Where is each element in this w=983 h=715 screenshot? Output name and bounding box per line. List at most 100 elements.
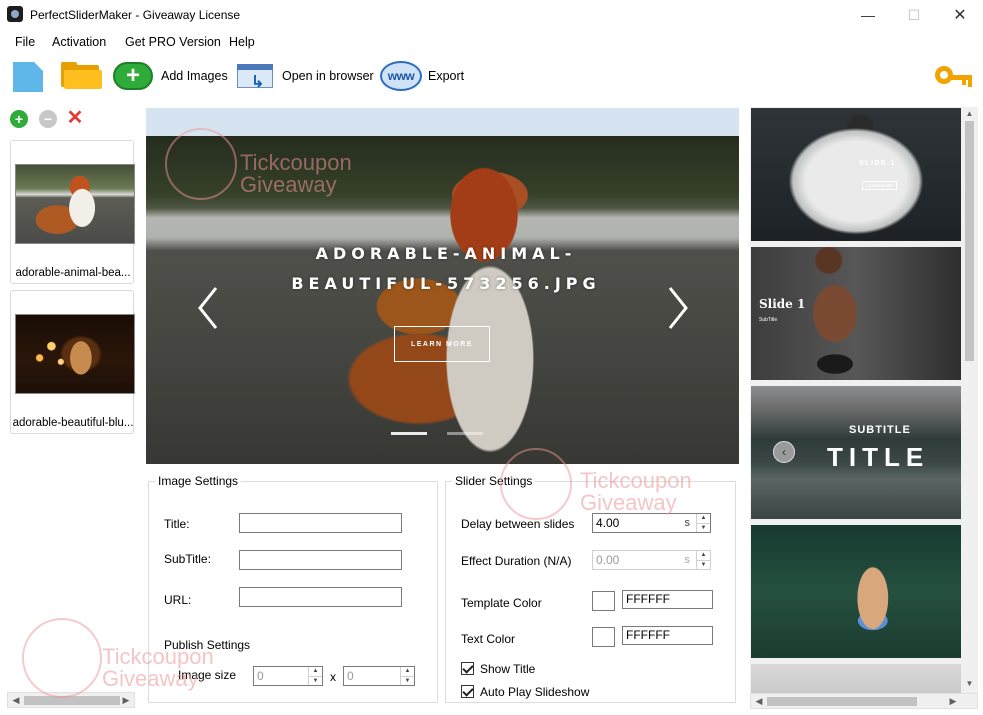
url-input[interactable] [239,587,402,607]
delay-stepper[interactable]: 4.00 s ▲ ▼ [592,513,711,533]
publish-settings-label: Publish Settings [164,638,251,652]
add-icon: + [113,62,153,90]
template-gallery: SLIDE 1 LEARN MORE Slide 1 SubTitle SUBT… [750,107,978,693]
export-button[interactable]: www Export [380,57,464,95]
preview-slide-title: ADORABLE-ANIMAL-BEAUTIFUL-573256.JPG [291,244,601,293]
template-thumbnail[interactable] [751,525,961,658]
effect-duration-stepper[interactable]: 0.00 s ▲ ▼ [592,550,711,570]
template-subtitle: SUBTITLE [849,424,911,436]
remove-image-button[interactable]: − [39,110,57,128]
slider-settings-title: Slider Settings [452,474,536,488]
menu-activation[interactable]: Activation [52,35,106,49]
browser-icon: ↳ [237,62,273,91]
image-settings-group: Image Settings Title: SubTitle: URL: Pub… [148,474,438,703]
image-height-value: 0 [347,669,354,683]
subtitle-input[interactable] [239,550,402,570]
slider-settings-group: Slider Settings Delay between slides 4.0… [445,474,736,703]
autoplay-label: Auto Play Slideshow [480,685,590,699]
delete-image-button[interactable]: ✕ [65,108,85,128]
show-title-checkbox[interactable] [461,662,474,675]
title-bar: PerfectSliderMaker - Giveaway License — … [0,0,983,30]
close-button[interactable]: ✕ [937,0,983,30]
image-list-panel: + − ✕ adorable-animal-bea... adorable-be… [7,106,135,706]
toolbar: + Add Images ↳ Open in browser www Expor… [0,57,983,97]
stepper-buttons[interactable]: ▲ ▼ [308,667,322,685]
delay-value: 4.00 [596,516,620,530]
template-thumbnail[interactable]: Slide 1 SubTitle [751,247,961,380]
menu-bar: File Activation Get PRO Version Help [0,31,983,53]
open-in-browser-button[interactable]: ↳ Open in browser [237,57,374,95]
text-color-label: Text Color [461,632,516,646]
preview-next-arrow-icon[interactable] [666,286,690,330]
scroll-up-arrow-icon[interactable]: ▲ [964,109,975,120]
image-settings-title: Image Settings [155,474,242,488]
open-folder-icon [61,61,103,91]
export-label: Export [428,69,465,83]
template-title: Slide 1 [759,297,806,311]
minimize-button[interactable]: — [845,0,891,30]
title-input[interactable] [239,513,402,533]
template-title: TITLE [827,442,930,472]
text-color-input[interactable]: FFFFFF [622,626,713,645]
new-file-icon [11,60,45,92]
key-icon[interactable] [935,64,973,90]
list-item[interactable]: adorable-animal-bea... [10,140,135,284]
template-color-input[interactable]: FFFFFF [622,590,713,609]
add-images-button[interactable]: + Add Images [113,57,228,95]
url-label: URL: [164,593,192,607]
scrollbar-thumb[interactable] [767,697,917,706]
template-color-swatch[interactable] [592,591,615,611]
template-gallery-vscrollbar[interactable]: ▲ ▼ [961,107,978,693]
thumbnail-caption: adorable-beautiful-blu... [12,417,134,429]
list-item[interactable]: adorable-beautiful-blu... [10,290,135,434]
scroll-down-arrow-icon[interactable]: ▼ [964,679,975,690]
text-color-swatch[interactable] [592,627,615,647]
image-size-label: Image size [178,668,237,682]
image-height-stepper[interactable]: 0 ▲ ▼ [343,666,415,686]
app-icon [7,6,23,22]
title-label: Title: [164,517,190,531]
slide-indicator[interactable] [447,432,483,435]
template-thumbnail[interactable]: SUBTITLE TITLE ‹ [751,386,961,519]
subtitle-label: SubTitle: [164,552,211,566]
www-globe-icon: www [380,61,422,91]
stepper-buttons[interactable]: ▲ ▼ [400,667,414,685]
stepper-buttons[interactable]: ▲ ▼ [696,514,710,532]
maximize-button[interactable]: ☐ [891,0,937,30]
open-in-browser-label: Open in browser [282,69,374,83]
autoplay-checkbox[interactable] [461,685,474,698]
preview-image [146,136,739,464]
effect-duration-unit: s [684,554,691,566]
delay-label: Delay between slides [461,517,575,531]
size-separator: x [330,670,336,684]
image-list-hscrollbar[interactable]: ◀ ▶ [7,692,135,708]
scrollbar-thumb[interactable] [965,121,974,361]
menu-get-pro[interactable]: Get PRO Version [125,35,221,49]
delay-unit: s [684,517,691,529]
template-prev-arrow-icon: ‹ [773,441,795,463]
template-gallery-hscrollbar[interactable]: ◀ ▶ [750,693,978,709]
add-images-label: Add Images [161,69,228,83]
slider-preview[interactable]: ADORABLE-ANIMAL-BEAUTIFUL-573256.JPG LEA… [146,136,739,464]
template-thumbnail[interactable]: SLIDE 1 LEARN MORE [751,108,961,241]
scroll-right-arrow-icon[interactable]: ▶ [120,694,132,706]
menu-file[interactable]: File [15,35,35,49]
preview-header-bar [146,108,739,136]
image-width-value: 0 [257,669,264,683]
window-title: PerfectSliderMaker - Giveaway License [30,8,241,22]
menu-help[interactable]: Help [229,35,255,49]
new-project-button[interactable] [11,57,45,95]
preview-prev-arrow-icon[interactable] [196,286,220,330]
open-project-button[interactable] [61,57,103,95]
slide-indicator-active[interactable] [391,432,427,435]
scroll-left-arrow-icon[interactable]: ◀ [10,694,22,706]
scroll-right-arrow-icon[interactable]: ▶ [947,695,959,707]
add-image-button[interactable]: + [10,110,28,128]
image-width-stepper[interactable]: 0 ▲ ▼ [253,666,323,686]
template-thumbnail[interactable] [751,664,961,693]
effect-duration-label: Effect Duration (N/A) [461,554,572,568]
scrollbar-thumb[interactable] [24,696,120,705]
preview-learn-more-button[interactable]: LEARN MORE [394,326,490,362]
scroll-left-arrow-icon[interactable]: ◀ [753,695,765,707]
stepper-buttons[interactable]: ▲ ▼ [696,551,710,569]
